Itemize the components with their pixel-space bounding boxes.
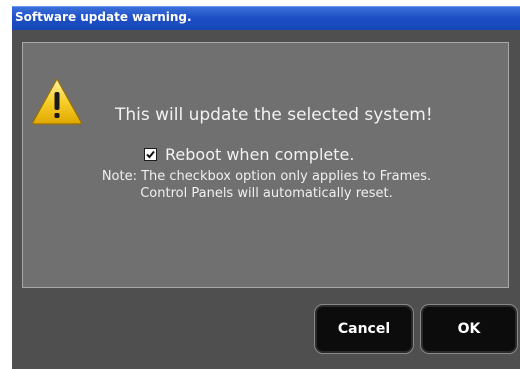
cancel-button[interactable]: Cancel: [314, 304, 414, 354]
message-panel: This will update the selected system! Re…: [22, 42, 509, 288]
title-bar[interactable]: Software update warning.: [12, 6, 520, 30]
checkmark-icon: [146, 150, 155, 158]
reboot-checkbox[interactable]: [144, 147, 157, 161]
note-line-1: Note: The checkbox option only applies t…: [101, 169, 432, 184]
reboot-checkbox-label[interactable]: Reboot when complete.: [165, 145, 354, 164]
note-line-2: Control Panels will automatically reset.: [140, 186, 393, 201]
software-update-dialog: Software update warning. This will updat…: [12, 6, 520, 369]
ok-button[interactable]: OK: [420, 304, 518, 354]
reboot-option[interactable]: Reboot when complete.: [144, 144, 354, 164]
update-message: This will update the selected system!: [115, 105, 433, 125]
warning-icon: [31, 76, 83, 126]
window-title: Software update warning.: [15, 10, 192, 24]
